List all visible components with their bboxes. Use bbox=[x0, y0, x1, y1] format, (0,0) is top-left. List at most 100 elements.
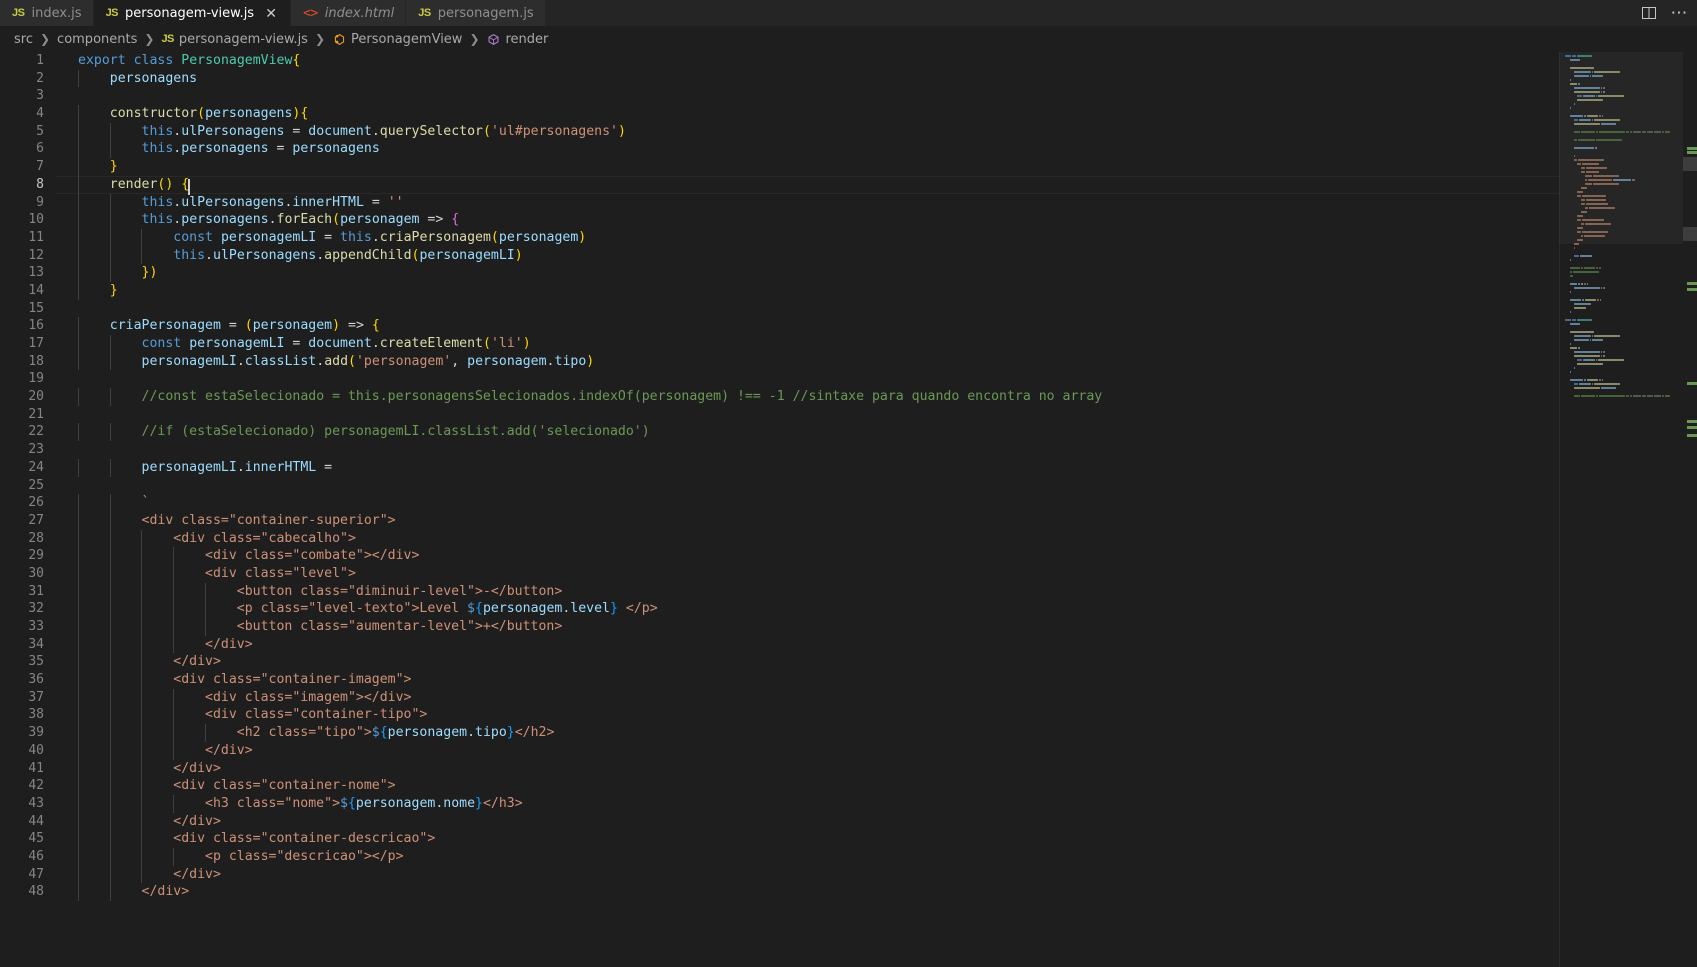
minimap-lines bbox=[1565, 54, 1677, 398]
breadcrumb-item-components[interactable]: components bbox=[55, 32, 139, 47]
code-line[interactable]: 35 </div> bbox=[0, 653, 1559, 672]
code-line[interactable]: 3 bbox=[0, 87, 1559, 105]
scrollbar-decoration[interactable] bbox=[1683, 227, 1697, 241]
code-text: personagemLI.innerHTML = bbox=[78, 458, 1559, 477]
code-text: </div> bbox=[78, 883, 190, 902]
breadcrumb-item-render[interactable]: render bbox=[485, 32, 551, 47]
code-line[interactable]: 20 //const estaSelecionado = this.person… bbox=[0, 388, 1559, 406]
code-line[interactable]: 29 <div class="combate"></div> bbox=[0, 547, 1559, 565]
close-icon[interactable]: ✕ bbox=[263, 6, 279, 22]
minimap[interactable] bbox=[1559, 52, 1683, 967]
code-line[interactable]: 13 }) bbox=[0, 264, 1559, 282]
code-line[interactable]: 25 bbox=[0, 477, 1559, 495]
code-line[interactable]: 1 export class PersonagemView{ bbox=[0, 52, 1559, 70]
line-number: 11 bbox=[28, 229, 44, 245]
code-line[interactable]: 4 constructor(personagens){ bbox=[0, 105, 1559, 123]
code-line[interactable]: 44 </div> bbox=[0, 812, 1559, 831]
editor-tab-personagem-js[interactable]: JS personagem.js bbox=[406, 0, 546, 26]
breadcrumb-label: src bbox=[14, 31, 33, 47]
code-content[interactable]: 1 export class PersonagemView{2 personage… bbox=[0, 52, 1559, 967]
code-line[interactable]: 8 render() { bbox=[0, 175, 1559, 195]
scrollbar-thumb[interactable] bbox=[1683, 157, 1697, 171]
breadcrumb-label: PersonagemView bbox=[351, 31, 463, 47]
code-line[interactable]: 17 const personagemLI = document.createE… bbox=[0, 335, 1559, 353]
code-line[interactable]: 16 criaPersonagem = (personagem) => { bbox=[0, 317, 1559, 336]
line-number: 17 bbox=[28, 336, 44, 351]
scrollbar-overview-ruler[interactable] bbox=[1683, 52, 1697, 967]
code-line[interactable]: 48 </div> bbox=[0, 883, 1559, 902]
editor-tab-personagem-view-js[interactable]: JS personagem-view.js ✕ bbox=[93, 0, 292, 26]
code-line[interactable]: 24 personagemLI.innerHTML = bbox=[0, 458, 1559, 477]
code-text: } bbox=[78, 281, 1559, 300]
code-line[interactable]: 9 this.ulPersonagens.innerHTML = '' bbox=[0, 193, 1559, 212]
tab-list: JS index.js JS personagem-view.js ✕ <> index.h… bbox=[0, 0, 546, 26]
code-text: <div class="container-tipo"> bbox=[78, 706, 428, 725]
line-number: 5 bbox=[36, 123, 44, 139]
line-number: 43 bbox=[28, 795, 44, 811]
line-number: 39 bbox=[28, 725, 44, 741]
breadcrumb-separator-icon: ❯ bbox=[39, 32, 51, 46]
line-number: 40 bbox=[28, 742, 44, 758]
code-line[interactable]: 34 </div> bbox=[0, 635, 1559, 654]
code-line[interactable]: 27 <div class="container-superior"> bbox=[0, 511, 1559, 530]
code-line[interactable]: 2 personagens bbox=[0, 69, 1559, 88]
code-line[interactable]: 45 <div class="container-descricao"> bbox=[0, 830, 1559, 848]
code-line[interactable]: 5 this.ulPersonagens = document.querySel… bbox=[0, 122, 1559, 141]
code-line[interactable]: 42 <div class="container-nome"> bbox=[0, 777, 1559, 795]
code-line[interactable]: 10 this.personagens.forEach(personagem =… bbox=[0, 211, 1559, 229]
editor-tab-index-js[interactable]: JS index.js bbox=[0, 0, 94, 26]
code-line[interactable]: 30 <div class="level"> bbox=[0, 564, 1559, 583]
code-line[interactable]: 19 bbox=[0, 370, 1559, 388]
code-line[interactable]: 6 this.personagens = personagens bbox=[0, 140, 1559, 159]
breadcrumb-item-personagem-view-js[interactable]: JS personagem-view.js bbox=[159, 32, 310, 47]
code-line[interactable]: 11 const personagemLI = this.criaPersona… bbox=[0, 228, 1559, 247]
code-text: </div> bbox=[78, 812, 221, 831]
js-file-icon: JS bbox=[161, 32, 174, 45]
code-line[interactable]: 18 personagemLI.classList.add('personage… bbox=[0, 352, 1559, 371]
code-line[interactable]: 37 <div class="imagem"></div> bbox=[0, 688, 1559, 707]
code-line[interactable]: 43 <h3 class="nome">${personagem.nome}</… bbox=[0, 794, 1559, 813]
code-line[interactable]: 36 <div class="container-imagem"> bbox=[0, 671, 1559, 689]
code-line[interactable]: 38 <div class="container-tipo"> bbox=[0, 706, 1559, 725]
code-line[interactable]: 12 this.ulPersonagens.appendChild(person… bbox=[0, 246, 1559, 265]
breadcrumb-item-src[interactable]: src bbox=[12, 32, 35, 47]
code-line[interactable]: 41 </div> bbox=[0, 759, 1559, 778]
code-line[interactable]: 23 bbox=[0, 441, 1559, 459]
line-number: 6 bbox=[36, 141, 44, 157]
code-line[interactable]: 28 <div class="cabecalho"> bbox=[0, 529, 1559, 548]
line-number: 1 bbox=[36, 53, 44, 68]
code-text: } bbox=[78, 158, 1559, 176]
code-line[interactable]: 22 //if (estaSelecionado) personagemLI.c… bbox=[0, 423, 1559, 442]
code-text: personagens bbox=[78, 69, 1559, 88]
code-text: constructor(personagens){ bbox=[78, 105, 1559, 123]
editor-tab-index-html[interactable]: <> index.html bbox=[291, 0, 407, 26]
code-text: <div class="container-imagem"> bbox=[78, 671, 412, 689]
code-line[interactable]: 32 <p class="level-texto">Level ${person… bbox=[0, 600, 1559, 619]
code-text: criaPersonagem = (personagem) => { bbox=[78, 317, 1559, 336]
code-line[interactable]: 46 <p class="descricao"></p> bbox=[0, 847, 1559, 866]
line-number: 27 bbox=[28, 512, 44, 528]
line-number: 8 bbox=[36, 176, 44, 192]
code-line[interactable]: 47 </div> bbox=[0, 865, 1559, 884]
code-line[interactable]: 31 <button class="diminuir-level">-</but… bbox=[0, 582, 1559, 601]
code-text: <div class="container-superior"> bbox=[78, 511, 396, 530]
code-line[interactable]: 15 bbox=[0, 300, 1559, 318]
more-actions-icon[interactable]: ⋯ bbox=[1669, 3, 1689, 23]
code-line[interactable]: 21 bbox=[0, 406, 1559, 424]
code-line[interactable]: 26 ` bbox=[0, 494, 1559, 512]
code-text: </div> bbox=[78, 865, 221, 884]
code-text: <button class="aumentar-level">+</button… bbox=[78, 618, 563, 636]
code-line[interactable]: 40 </div> bbox=[0, 741, 1559, 760]
code-text: <div class="imagem"></div> bbox=[78, 688, 412, 707]
split-editor-icon[interactable] bbox=[1639, 3, 1659, 23]
code-line[interactable]: 33 <button class="aumentar-level">+</but… bbox=[0, 618, 1559, 636]
breadcrumb-item-personagemview[interactable]: PersonagemView bbox=[330, 32, 464, 47]
line-number: 42 bbox=[28, 778, 44, 794]
code-line[interactable]: 39 <h2 class="tipo">${personagem.tipo}</… bbox=[0, 724, 1559, 742]
code-text: <div class="cabecalho"> bbox=[78, 529, 356, 548]
breadcrumb-separator-icon: ❯ bbox=[144, 32, 155, 46]
html-file-icon: <> bbox=[303, 5, 318, 21]
code-text: this.personagens.forEach(personagem => { bbox=[78, 211, 1559, 229]
code-line[interactable]: 7 } bbox=[0, 158, 1559, 176]
code-line[interactable]: 14 } bbox=[0, 281, 1559, 300]
